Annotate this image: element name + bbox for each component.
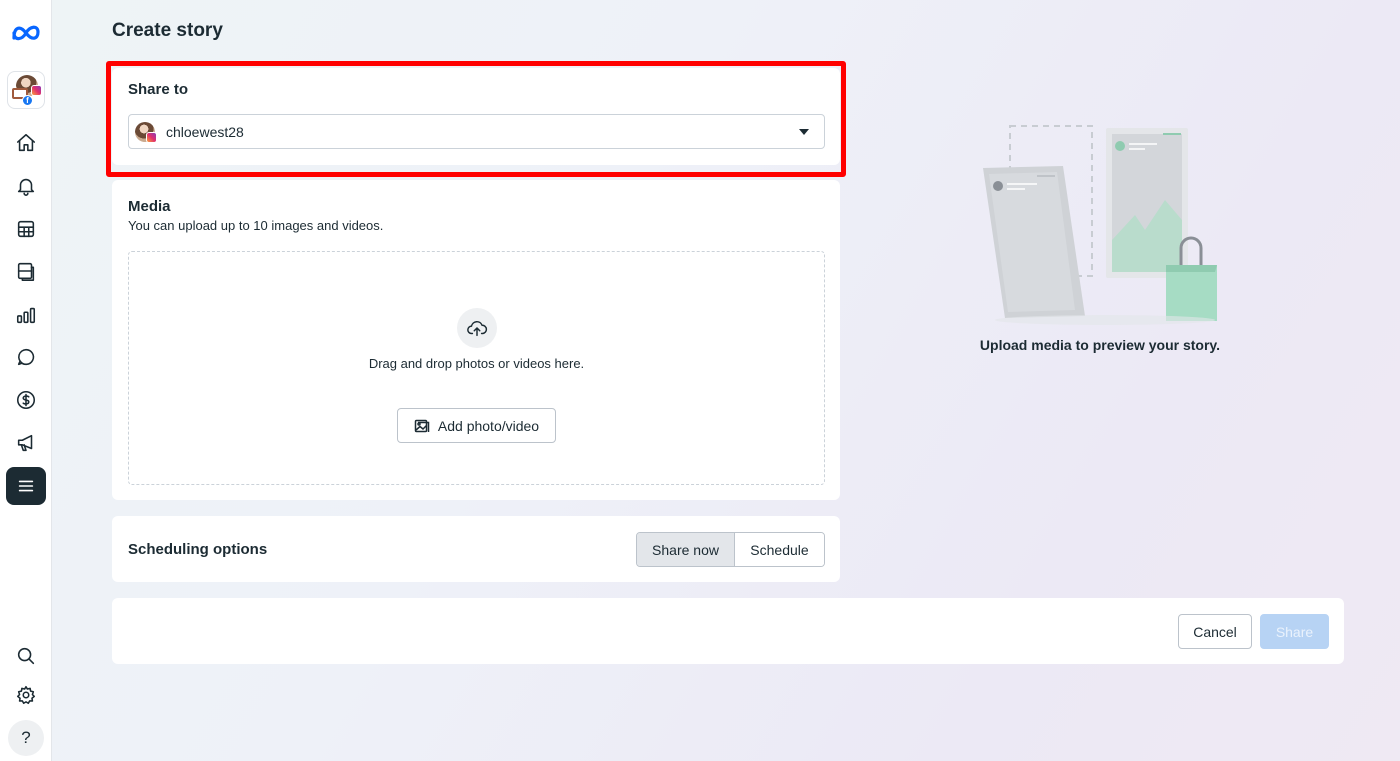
pages-icon[interactable] bbox=[6, 252, 46, 290]
media-card: Media You can upload up to 10 images and… bbox=[112, 180, 840, 500]
footer-bar: Cancel Share bbox=[112, 598, 1344, 664]
scheduling-label: Scheduling options bbox=[128, 541, 268, 558]
search-icon[interactable] bbox=[6, 637, 46, 675]
scheduling-toggle: Share now Schedule bbox=[636, 532, 825, 567]
media-label: Media bbox=[128, 198, 171, 215]
account-select[interactable]: chloewest28 bbox=[128, 114, 825, 149]
megaphone-icon[interactable] bbox=[6, 424, 46, 462]
dollar-icon[interactable] bbox=[6, 381, 46, 419]
sidebar: f ? bbox=[0, 0, 52, 761]
page-title: Create story bbox=[112, 20, 223, 41]
cancel-button[interactable]: Cancel bbox=[1178, 614, 1252, 649]
photo-icon bbox=[414, 419, 430, 432]
drop-text: Drag and drop photos or videos here. bbox=[368, 356, 585, 371]
account-switcher[interactable]: f bbox=[7, 71, 45, 109]
meta-logo-icon[interactable] bbox=[6, 14, 46, 52]
story-preview-illustration bbox=[983, 125, 1217, 325]
grid-icon[interactable] bbox=[6, 210, 46, 248]
schedule-option[interactable]: Schedule bbox=[735, 533, 824, 566]
menu-icon[interactable] bbox=[6, 467, 46, 505]
chat-icon[interactable] bbox=[6, 338, 46, 376]
media-dropzone[interactable]: Drag and drop photos or videos here. Add… bbox=[128, 251, 825, 485]
gear-icon[interactable] bbox=[6, 676, 46, 714]
share-to-card: Share to chloewest28 bbox=[112, 68, 840, 165]
instagram-badge-icon bbox=[31, 85, 42, 96]
share-now-option[interactable]: Share now bbox=[637, 533, 735, 566]
chart-icon[interactable] bbox=[6, 296, 46, 334]
home-icon[interactable] bbox=[6, 124, 46, 162]
caret-down-icon bbox=[799, 129, 809, 135]
selected-account: chloewest28 bbox=[166, 123, 244, 140]
media-subtitle: You can upload up to 10 images and video… bbox=[128, 218, 384, 233]
upload-cloud-icon bbox=[457, 308, 497, 348]
scheduling-card: Scheduling options Share now Schedule bbox=[112, 516, 840, 582]
bell-icon[interactable] bbox=[6, 167, 46, 205]
facebook-badge-icon: f bbox=[22, 95, 33, 106]
share-to-label: Share to bbox=[128, 81, 189, 98]
add-photo-video-button[interactable]: Add photo/video bbox=[397, 408, 556, 443]
instagram-badge-icon bbox=[146, 132, 157, 143]
help-icon: ? bbox=[21, 728, 31, 747]
share-button[interactable]: Share bbox=[1260, 614, 1329, 649]
preview-placeholder-text: Upload media to preview your story. bbox=[979, 337, 1221, 353]
help-button[interactable]: ? bbox=[8, 720, 44, 756]
add-photo-video-label: Add photo/video bbox=[437, 417, 540, 434]
